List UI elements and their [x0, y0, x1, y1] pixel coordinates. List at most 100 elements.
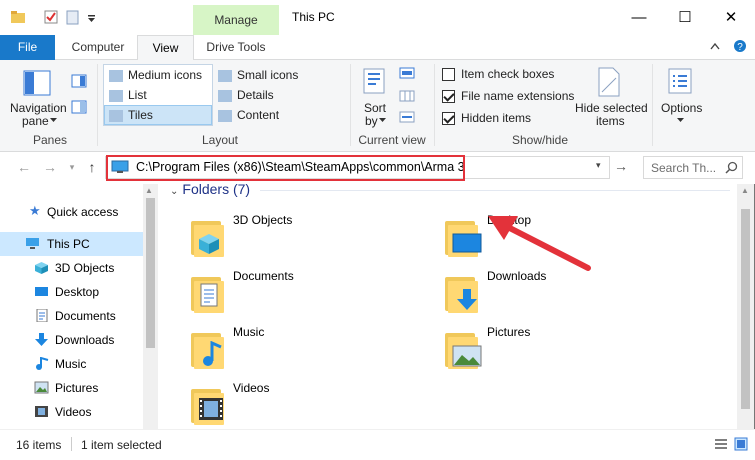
nav-item-3d-objects[interactable]: 3D Objects [0, 256, 143, 280]
folder-tile-documents[interactable]: Documents [188, 267, 388, 321]
ribbon-separator [434, 64, 435, 146]
tab-view[interactable]: View [137, 35, 194, 61]
folder-app-icon [11, 11, 25, 23]
tab-file[interactable]: File [0, 35, 55, 60]
size-columns-icon[interactable] [399, 110, 415, 124]
nav-item-documents[interactable]: Documents [0, 304, 143, 328]
help-icon[interactable]: ? [733, 39, 747, 53]
sort-by-label-2[interactable]: by [365, 114, 378, 128]
navigation-pane-label[interactable]: Navigation [10, 101, 67, 115]
nav-item-pictures[interactable]: Pictures [0, 376, 143, 400]
item-check-boxes-toggle[interactable]: Item check boxes [442, 67, 554, 82]
layout-details[interactable]: Details [218, 88, 274, 102]
layout-small-icons[interactable]: Small icons [218, 68, 298, 82]
videos-folder-icon [188, 383, 228, 427]
customize-toolbar-icon[interactable] [87, 14, 96, 23]
maximize-button[interactable]: ☐ [662, 0, 708, 35]
nav-pane-scrollbar-thumb[interactable] [146, 198, 155, 348]
details-pane-icon[interactable] [71, 100, 87, 114]
hidden-items-toggle[interactable]: Hidden items [442, 111, 531, 126]
tab-drive-tools[interactable]: Drive Tools [200, 35, 272, 60]
folder-tile-pictures[interactable]: Pictures [442, 323, 642, 377]
show-hide-group-label: Show/hide [511, 133, 569, 147]
details-icon [218, 89, 232, 102]
navigation-pane-label-2[interactable]: pane [22, 114, 49, 128]
large-icons-view-icon[interactable] [734, 437, 748, 451]
svg-text:?: ? [737, 42, 743, 53]
scroll-up-arrow-icon[interactable]: ▲ [145, 186, 153, 195]
window-title: This PC [292, 10, 335, 24]
layout-content[interactable]: Content [218, 108, 279, 122]
manage-context-tab[interactable]: Manage [193, 5, 279, 35]
file-name-extensions-toggle[interactable]: File name extensions [442, 89, 574, 104]
folder-tile-3d-objects[interactable]: 3D Objects [188, 211, 388, 265]
address-dropdown-icon[interactable]: ▾ [596, 160, 601, 171]
nav-item-videos[interactable]: Videos [0, 400, 143, 424]
folders-group-header[interactable]: ⌄ Folders (7) [170, 181, 250, 197]
nav-item-desktop[interactable]: Desktop [0, 280, 143, 304]
nav-item-quick-access[interactable]: ★ Quick access [0, 200, 143, 224]
music-icon [36, 357, 49, 370]
content-icon [218, 109, 232, 122]
sort-by-label[interactable]: Sort [364, 101, 386, 115]
details-view-icon[interactable] [714, 437, 728, 451]
status-separator [71, 437, 72, 451]
pictures-icon [34, 381, 49, 394]
properties-icon[interactable] [43, 9, 59, 25]
layout-medium-icons[interactable]: Medium icons [109, 68, 202, 82]
nav-item-downloads[interactable]: Downloads [0, 328, 143, 352]
folder-tile-music[interactable]: Music [188, 323, 388, 377]
group-header-line [260, 190, 730, 191]
ribbon-separator [97, 64, 98, 146]
chevron-up-icon[interactable] [710, 42, 720, 50]
sort-by-dropdown-icon[interactable] [379, 118, 386, 123]
minimize-button[interactable]: — [616, 0, 662, 35]
nav-pane-scrollbar[interactable] [143, 184, 158, 429]
search-icon[interactable] [725, 161, 738, 174]
content-scroll-up-icon[interactable]: ▲ [741, 186, 749, 195]
navigation-pane-icon[interactable] [22, 68, 52, 98]
file-name-extensions-checkbox[interactable] [442, 90, 455, 104]
tab-computer[interactable]: Computer [62, 35, 134, 60]
back-arrow-icon[interactable]: ← [14, 157, 34, 177]
hide-selected-label-2[interactable]: items [596, 114, 625, 128]
layout-tiles[interactable]: Tiles [109, 108, 153, 122]
options-icon[interactable] [666, 66, 694, 96]
layout-list[interactable]: List [109, 88, 147, 102]
hide-selected-label[interactable]: Hide selected [575, 101, 648, 115]
options-label[interactable]: Options [661, 101, 702, 115]
sort-by-icon[interactable] [362, 66, 386, 96]
small-icons-icon [218, 69, 232, 82]
new-folder-icon[interactable] [65, 9, 81, 25]
hide-selected-items-icon[interactable] [596, 66, 622, 98]
folder-tile-downloads[interactable]: Downloads [442, 267, 642, 321]
group-by-icon[interactable] [399, 66, 415, 80]
navigation-pane-dropdown-icon[interactable] [50, 118, 57, 123]
go-arrow-icon[interactable]: → [614, 158, 628, 174]
nav-item-music[interactable]: Music [0, 352, 143, 376]
desktop-folder-icon [442, 215, 482, 259]
close-button[interactable]: ✕ [708, 0, 754, 35]
ribbon-separator [652, 64, 653, 146]
folder-tile-videos[interactable]: Videos [188, 379, 388, 433]
medium-icons-icon [109, 69, 123, 82]
ribbon-separator [350, 64, 351, 146]
content-scrollbar-thumb[interactable] [741, 209, 750, 409]
forward-arrow-icon[interactable]: → [40, 157, 60, 177]
item-check-boxes-checkbox[interactable] [442, 68, 455, 82]
up-arrow-icon[interactable]: ↑ [82, 157, 102, 177]
hidden-items-checkbox[interactable] [442, 112, 455, 126]
computer-icon [26, 238, 39, 249]
preview-pane-icon[interactable] [71, 74, 87, 88]
documents-folder-icon [188, 271, 228, 315]
nav-item-this-pc[interactable]: This PC [0, 232, 143, 256]
selection-count: 1 item selected [81, 438, 162, 452]
videos-icon [35, 406, 48, 417]
content-scrollbar[interactable] [737, 184, 754, 429]
item-count: 16 items [16, 438, 62, 452]
options-dropdown-icon[interactable] [677, 118, 684, 123]
add-columns-icon[interactable] [399, 89, 415, 103]
music-folder-icon [188, 327, 228, 371]
recent-locations-icon[interactable]: ▾ [62, 157, 82, 177]
collapse-chevron-icon[interactable]: ⌄ [170, 186, 178, 197]
